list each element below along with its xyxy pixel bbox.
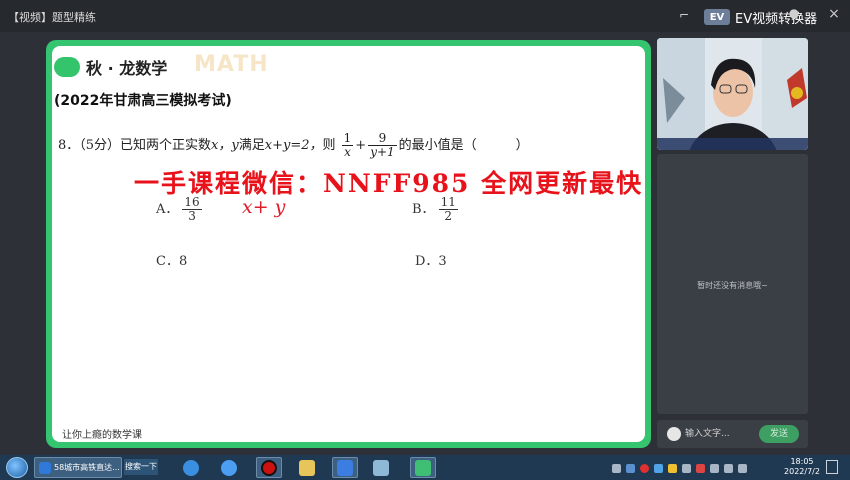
clock-time: 18:05 [790,457,814,466]
option-c: C．8 [156,254,188,269]
question-then: 则 [322,138,336,153]
question-cond-text: 满足 [238,138,265,153]
network-icon[interactable] [654,463,663,473]
watermark-overlay-text: 一手课程微信：NNFF985 全网更新最快 资料齐全 [134,169,645,198]
clock-date: 2022/7/2 [784,467,820,476]
phone-icon[interactable] [682,463,691,473]
search-button[interactable]: 搜索一下 [124,459,158,475]
crop-icon[interactable]: ⌐ [676,7,692,23]
option-d: D．3 [415,254,447,269]
taskbar-browser-tab[interactable]: 58城市高铁直达... [34,457,122,478]
question-condition: x+y=2， [264,138,323,153]
send-button[interactable]: 发送 [759,425,799,443]
brand-header: 秋 · 龙数学 [54,54,167,80]
chat-empty-message: 暂时还没有消息哦~ [697,281,768,290]
show-desktop-button[interactable] [826,460,838,474]
security-icon[interactable] [668,463,677,473]
handwriting-annotation: x+ y [242,196,286,218]
record-tray-icon[interactable] [640,463,649,473]
option-b-den: 2 [444,209,453,223]
option-a-den: 3 [188,209,196,223]
question-text: 8．（5分）已知两个正实数x，y满足x+y=2，则 1 x +9 y+1 的最小值是（ … [58,132,529,159]
record-icon[interactable] [256,457,282,478]
ie-icon[interactable] [180,457,202,478]
notepad-icon[interactable] [370,457,392,478]
question-plus: + [355,138,367,153]
chat-panel: 暂时还没有消息哦~ [657,154,808,414]
app-brand-label: EV视频转换器 [735,11,818,27]
option-a-fraction: 16 3 [182,196,202,223]
baidu-netdisk-icon[interactable] [218,457,240,478]
chat-input[interactable] [685,426,757,442]
ev-recorder-icon[interactable] [332,457,358,478]
speaker-icon[interactable] [724,463,733,473]
option-a-label: A． [156,202,179,217]
fraction-2: 9 y+1 [368,132,397,159]
question-prefix: 8．（5分）已知两个正实数 [58,138,212,153]
exam-source: (2022年甘肃高三模拟考试) [54,93,232,109]
frac2-num: 9 [368,132,397,146]
signal-icon[interactable] [738,463,747,473]
taskbar-clock[interactable]: 18:05 2022/7/2 [780,457,824,477]
webcam-video [657,38,808,150]
slide-content: 秋 · 龙数学 MATH (2022年甘肃高三模拟考试) 8．（5分）已知两个正… [52,46,645,442]
option-b-label: B． [412,202,435,217]
option-a: A． 16 3 [156,196,202,223]
brand-title: 秋 · 龙数学 [86,59,168,78]
slide-frame: 秋 · 龙数学 MATH (2022年甘肃高三模拟考试) 8．（5分）已知两个正… [46,40,651,448]
emoji-icon[interactable] [667,427,681,441]
classroom-app-icon[interactable] [410,457,436,478]
system-tray [612,460,747,476]
question-suffix: 的最小值是（ ） [398,138,529,153]
help-icon[interactable] [626,463,635,473]
folder-icon[interactable] [296,457,318,478]
keyboard-icon[interactable] [612,463,621,473]
presenter-image [657,38,808,150]
ev-logo-icon: EV [704,9,730,25]
option-b: B． 11 2 [412,196,458,223]
question-vars: x，y [211,138,239,153]
monitor-icon[interactable] [710,463,719,473]
option-b-fraction: 11 2 [438,196,458,223]
minimize-icon[interactable]: ● [786,5,802,21]
browser-icon [39,461,51,474]
frac1-num: 1 [341,131,354,146]
fraction-1: 1x [341,131,354,159]
chat-input-bar: 发送 [657,420,808,448]
frac2-den: y+1 [370,145,395,159]
frac1-den: x [344,145,351,159]
slide-footer-caption: 让你上瘾的数学课 [62,430,142,441]
taskbar-browser-tab-label: 58城市高铁直达... [54,463,120,472]
title-bar: 【视频】题型精练 ⌐ EV EV视频转换器 ● × [0,0,850,32]
brand-dot-icon [54,57,80,77]
close-icon[interactable]: × [826,6,842,22]
start-button-icon[interactable] [6,457,28,478]
taskbar: 58城市高铁直达... 搜索一下 18:05 2022/7/2 [0,455,850,480]
brand-watermark: MATH [194,52,269,77]
window-title: 【视频】题型精练 [8,11,96,24]
app-tray-icon[interactable] [696,463,705,473]
